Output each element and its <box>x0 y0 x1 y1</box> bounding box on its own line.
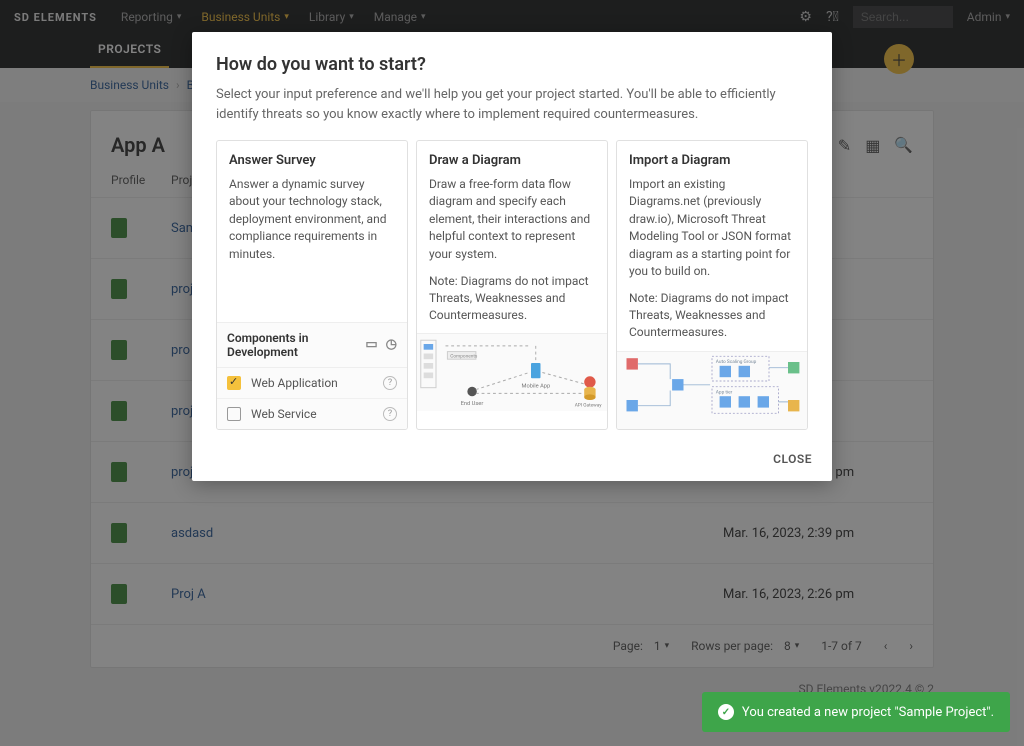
check-circle-icon: ✓ <box>718 704 734 720</box>
svg-text:Components: Components <box>450 354 478 360</box>
svg-text:Auto Scaling Group: Auto Scaling Group <box>716 359 757 365</box>
survey-item-webservice[interactable]: Web Service ? <box>217 399 407 429</box>
opt2-title: Draw a Diagram <box>417 141 607 176</box>
success-toast[interactable]: ✓ You created a new project "Sample Proj… <box>702 692 1010 732</box>
components-header: Components in Development <box>227 331 365 359</box>
survey-preview: Components in Development ▭ ◷ Web Applica… <box>217 322 407 429</box>
opt1-title: Answer Survey <box>217 141 407 176</box>
option-draw-diagram[interactable]: Draw a Diagram Draw a free-form data flo… <box>416 140 608 430</box>
svg-text:End User: End User <box>461 401 484 407</box>
opt2-note: Note: Diagrams do not impact Threats, We… <box>417 273 607 333</box>
opt3-title: Import a Diagram <box>617 141 807 176</box>
toast-message: You created a new project "Sample Projec… <box>742 705 994 720</box>
import-diagram-thumbnail: Auto Scaling Group App tier <box>617 351 807 429</box>
opt3-desc: Import an existing Diagrams.net (previou… <box>617 176 807 290</box>
modal-subtitle: Select your input preference and we'll h… <box>216 85 808 124</box>
svg-text:Mobile App: Mobile App <box>522 384 551 390</box>
opt3-note: Note: Diagrams do not impact Threats, We… <box>617 290 807 350</box>
survey-item-webapp[interactable]: Web Application ? <box>217 368 407 399</box>
opt2-desc: Draw a free-form data flow diagram and s… <box>417 176 607 273</box>
draw-diagram-thumbnail: End User Mobile App API Gateway <box>417 333 607 411</box>
modal-title: How do you want to start? <box>216 54 808 75</box>
close-button[interactable]: CLOSE <box>773 452 812 466</box>
option-import-diagram[interactable]: Import a Diagram Import an existing Diag… <box>616 140 808 430</box>
start-modal: How do you want to start? Select your in… <box>192 32 832 481</box>
info-icon[interactable]: ? <box>383 376 397 390</box>
checkbox-checked-icon[interactable] <box>227 376 241 390</box>
info-icon[interactable]: ? <box>383 407 397 421</box>
option-answer-survey[interactable]: Answer Survey Answer a dynamic survey ab… <box>216 140 408 430</box>
opt1-desc: Answer a dynamic survey about your techn… <box>217 176 407 273</box>
svg-text:App tier: App tier <box>716 389 733 395</box>
comment-icon: ▭ <box>365 337 377 352</box>
clock-icon: ◷ <box>386 337 397 352</box>
svg-text:API Gateway: API Gateway <box>575 403 603 409</box>
checkbox-icon[interactable] <box>227 407 241 421</box>
